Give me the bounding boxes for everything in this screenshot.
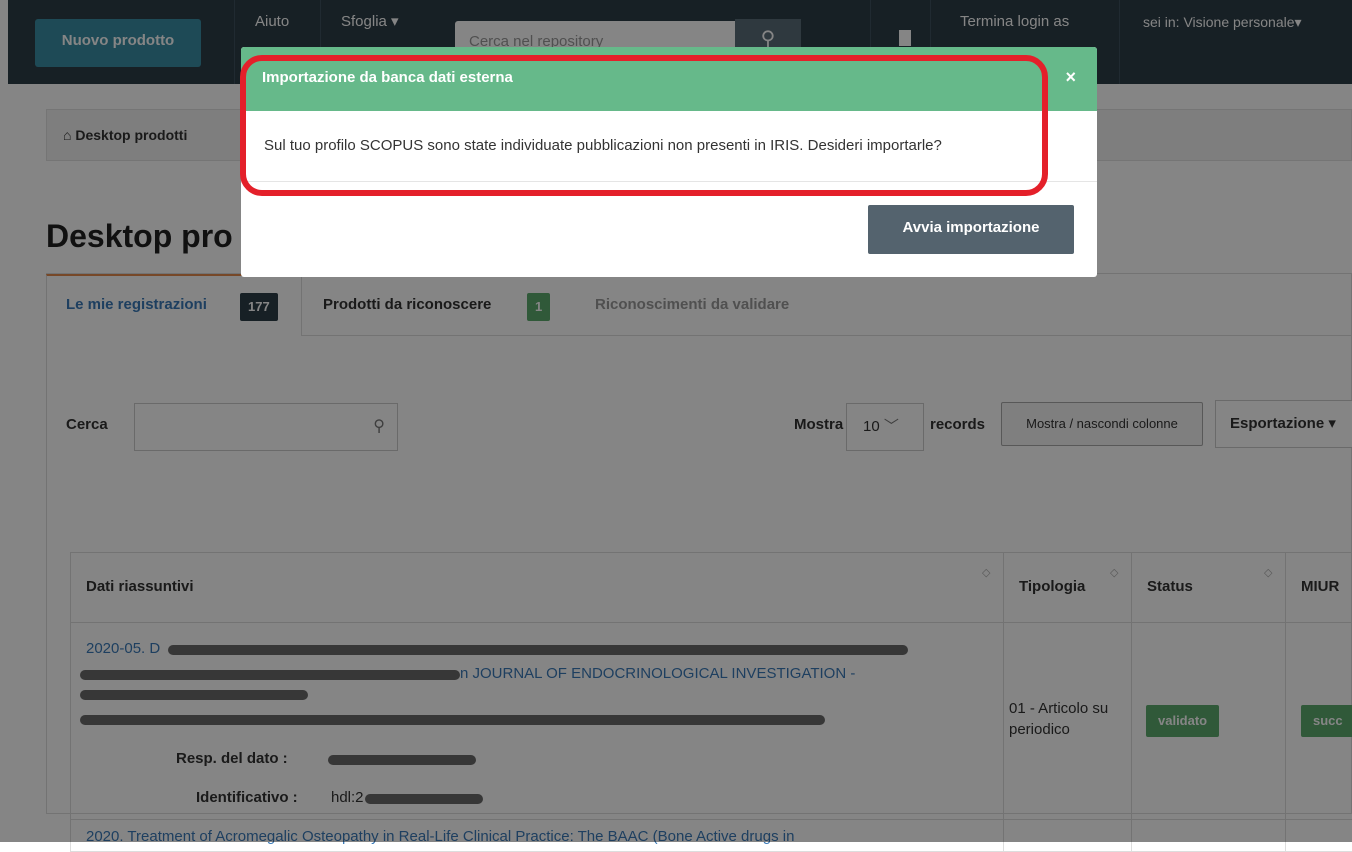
highlight-annotation [240, 55, 1048, 196]
start-import-button[interactable]: Avvia importazione [868, 205, 1074, 254]
close-icon[interactable]: × [1065, 67, 1076, 88]
